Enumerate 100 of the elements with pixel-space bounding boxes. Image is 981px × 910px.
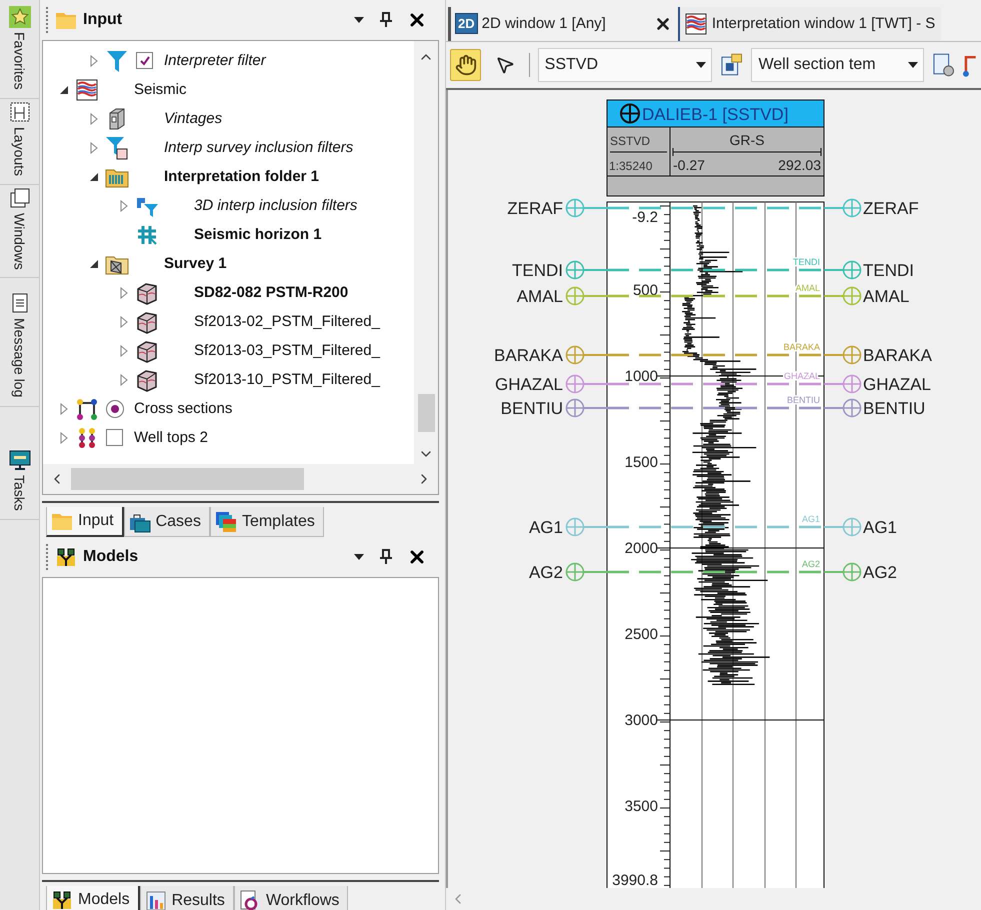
radio-button[interactable] [106,400,124,418]
horizontal-scrollbar[interactable] [43,464,438,494]
domain-select[interactable]: SSTVD [538,48,712,82]
layers-icon [214,510,237,532]
depth-label: 1500 [624,454,658,471]
vertical-scrollbar[interactable] [414,41,438,464]
well-top-label: TENDI [863,261,914,280]
well-top-marker-icon [842,374,862,394]
panel-tab[interactable]: Cases [124,507,210,537]
expand-arrow[interactable] [90,112,98,124]
pointer-icon [495,55,516,75]
depth-label: 3000 [624,712,658,729]
document-tab-title: Interpretation window 1 [TWT] - S [712,15,936,32]
depth-label: 3500 [624,798,658,815]
tree-item[interactable]: Interp survey inclusion filters [164,139,354,156]
well-top-label: AMAL [516,287,563,306]
checkbox[interactable] [106,429,123,446]
seismic-cube-icon [135,280,159,304]
well-top-label: AG1 [528,518,563,537]
well-top-label: AG2 [863,563,898,582]
expand-arrow[interactable] [90,54,98,66]
expand-arrow[interactable] [120,344,128,356]
tree-item[interactable]: Vintages [164,110,222,127]
tree-item[interactable]: Sf2013-02_PSTM_Filtered_ [194,313,380,330]
well-top-track-label: AG2 [802,559,820,569]
tree-item[interactable]: Survey 1 [164,255,227,272]
pin-icon [379,549,393,565]
panel-tab[interactable]: Input [46,507,124,537]
document-tab[interactable]: Interpretation window 1 [TWT] - S [678,6,942,40]
template-icon[interactable] [720,53,744,77]
settings-icon[interactable] [932,52,956,78]
well-name: DALIEB-1 [SSTVD] [642,105,788,124]
depth-header: SSTVD [610,134,650,148]
tree-item[interactable]: Sf2013-10_PSTM_Filtered_ [194,371,380,388]
side-tab[interactable]: Message log [0,290,39,407]
tree-item[interactable]: Well tops 2 [134,429,208,446]
depth-label: 500 [632,282,658,299]
well-top-label: BARAKA [863,346,932,365]
log-name: GR-S [730,132,764,148]
collapse-arrow[interactable] [59,84,69,94]
expand-arrow[interactable] [90,142,98,154]
windows-icon [8,186,30,209]
hand-icon [454,54,477,76]
depth-label: 2000 [624,540,658,557]
panel-tab[interactable]: Workflows [234,886,348,910]
filter-icon [105,136,129,160]
well-top-label: AMAL [863,287,910,306]
layout-icon [8,100,30,123]
well-top-marker-icon [842,518,862,536]
collapse-arrow[interactable] [89,258,99,268]
tool-button[interactable] [450,49,482,81]
well-top-label: AG1 [863,518,898,537]
well-top-label: ZERAF [863,199,919,218]
models-icon [51,889,73,910]
seismic-icon [75,78,99,102]
seismic-cube-icon [135,368,159,392]
well-top-label: BENTIU [500,399,563,418]
side-tab[interactable]: Favorites [0,4,39,99]
panel-tab[interactable]: Results [140,886,234,910]
tree-item[interactable]: Interpretation folder 1 [164,168,320,185]
expand-arrow[interactable] [60,432,68,444]
tree-item[interactable]: Seismic [134,81,187,98]
filter-icon [105,48,129,72]
panel-tab[interactable]: Templates [210,507,324,537]
tree-item[interactable]: Seismic horizon 1 [194,226,322,243]
window-type-badge: 2D [455,13,478,34]
bar-chart-icon [144,890,167,910]
well-top-label: ZERAF [507,199,563,218]
template-select[interactable]: Well section tem [751,48,924,82]
expand-arrow[interactable] [120,316,128,328]
well-top-marker-icon [842,286,862,306]
depth-label: 3990.8 [612,872,658,888]
expand-arrow[interactable] [60,402,68,414]
expand-arrow[interactable] [120,200,128,212]
depth-label: 1000 [624,368,658,385]
well-top-label: BENTIU [863,399,926,418]
collapse-arrow[interactable] [89,172,99,182]
well-top-marker-icon [842,198,862,218]
well-top-marker-icon [842,260,862,280]
expand-arrow[interactable] [120,286,128,298]
tree-item[interactable]: Interpreter filter [164,52,266,69]
panel-tab[interactable]: Models [46,886,140,910]
well-top-marker-icon [842,346,862,364]
caret-icon [353,16,365,24]
cross-section-icon [75,396,99,420]
scroll-thumb[interactable] [418,394,434,432]
checkmark-icon [138,54,150,66]
tree-item[interactable]: Sf2013-03_PSTM_Filtered_ [194,342,380,359]
seismic-cube-icon [135,338,159,362]
side-tab[interactable]: Tasks [0,446,39,520]
seismic-icon [684,12,708,36]
tree-item[interactable]: 3D interp inclusion filters [194,197,358,214]
scroll-thumb[interactable] [71,468,304,490]
tree-item[interactable]: SD82-082 PSTM-R200 [194,284,348,301]
side-tab[interactable]: Windows [0,184,39,278]
well-top-label: GHAZAL [863,375,932,394]
checkbox[interactable] [136,52,153,69]
tree-item[interactable]: Cross sections [134,400,232,417]
side-tab[interactable]: Layouts [0,98,39,185]
expand-arrow[interactable] [120,374,128,386]
